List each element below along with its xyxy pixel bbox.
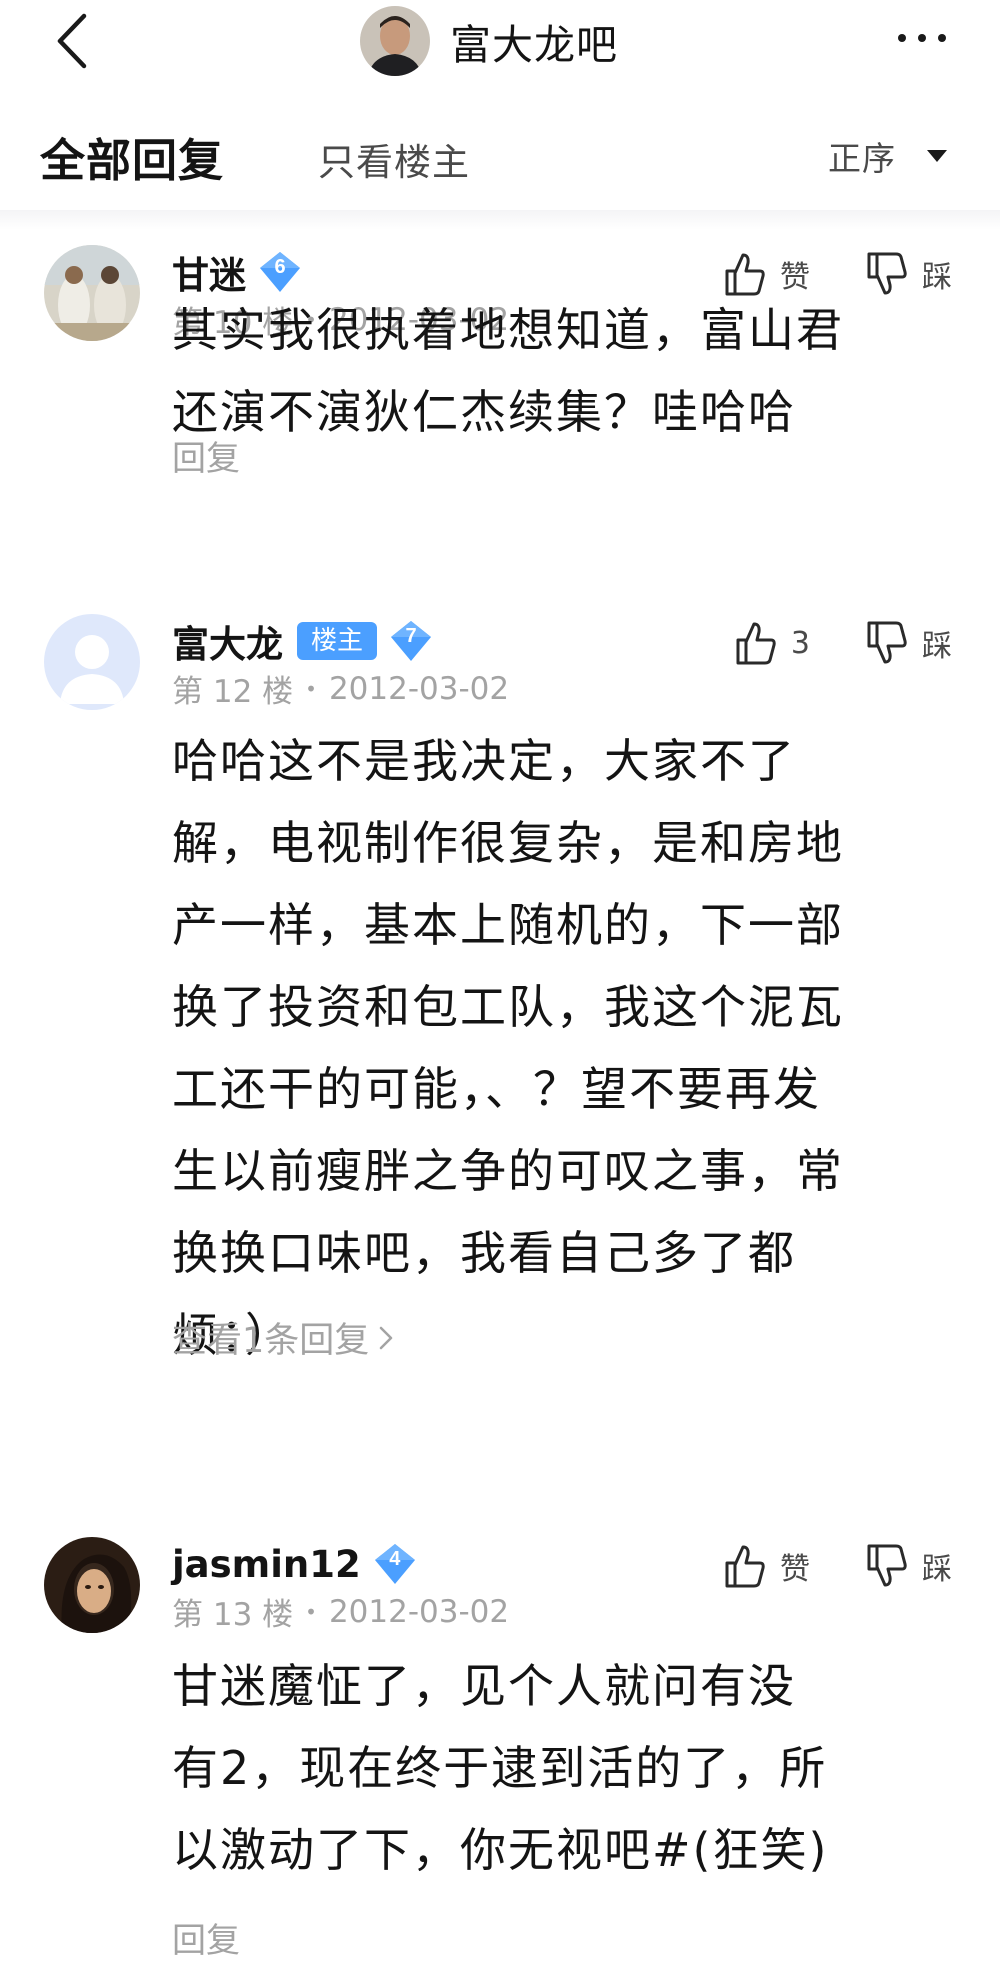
view-replies-label: 查看1条回复	[172, 1321, 370, 1361]
forum-avatar	[360, 6, 430, 76]
thumbs-up-icon	[725, 1545, 765, 1588]
thumbs-up-icon	[736, 622, 776, 665]
view-replies-link[interactable]: 查看1条回复	[172, 1312, 393, 1363]
post-content: 哈哈这不是我决定，大家不了 解，电视制作很复杂，是和房地 产一样，基本上随机的，…	[172, 720, 952, 1376]
separator-dot: •	[305, 1599, 317, 1624]
reply-post: 富大龙 楼主 7 第 12 楼 • 2012-03-02 3 踩 哈哈这不是我决…	[0, 614, 1000, 1454]
content-line: 甘迷魔怔了，见个人就问有没	[172, 1659, 796, 1713]
sort-dropdown[interactable]: 正序	[828, 132, 948, 180]
content-line: 换了投资和包工队，我这个泥瓦	[172, 980, 844, 1034]
post-content: 甘迷魔怔了，见个人就问有没 有2，现在终于逮到活的了，所 以激动了下，你无视吧#…	[172, 1645, 952, 1891]
reply-filter-tabs: 全部回复 只看楼主 正序	[0, 100, 1000, 210]
post-actions: 赞 踩	[724, 1543, 952, 1589]
caret-down-icon	[927, 150, 947, 162]
like-count: 3	[790, 625, 810, 661]
avatar[interactable]	[44, 245, 140, 341]
back-button[interactable]	[52, 12, 96, 70]
content-line: 解，电视制作很复杂，是和房地	[172, 816, 844, 870]
avatar[interactable]	[44, 614, 140, 710]
content-line: 换换口味吧，我看自己多了都	[172, 1226, 796, 1280]
dislike-button[interactable]: 踩	[866, 1543, 952, 1589]
chevron-right-icon	[380, 1326, 393, 1349]
username[interactable]: 富大龙	[172, 614, 283, 668]
like-label: 赞	[780, 1552, 810, 1587]
content-line: 生以前瘦胖之争的可叹之事，常	[172, 1144, 844, 1198]
post-meta: 第 12 楼 • 2012-03-02	[172, 666, 509, 711]
level-number: 7	[405, 625, 417, 647]
forum-title-group[interactable]: 富大龙吧	[360, 4, 618, 78]
level-badge: 6	[258, 250, 302, 294]
post-date: 2012-03-02	[328, 670, 510, 707]
reply-post: 甘迷 6 第 10 楼 • 2012-03-02 赞 踩 其实我很执着地想知道，	[0, 245, 1000, 605]
reply-button[interactable]: 回复	[172, 431, 240, 480]
section-divider	[0, 210, 1000, 230]
like-button[interactable]: 赞	[724, 1543, 810, 1589]
username[interactable]: jasmin12	[172, 1543, 361, 1586]
thumbs-down-icon	[867, 621, 907, 664]
tab-only-op[interactable]: 只看楼主	[318, 132, 470, 186]
username-row: jasmin12 4	[172, 1539, 417, 1589]
dislike-label: 踩	[922, 1552, 952, 1587]
avatar[interactable]	[44, 1537, 140, 1633]
post-content: 其实我很执着地想知道，富山君 还演不演狄仁杰续集？哇哈哈	[172, 289, 952, 453]
dislike-button[interactable]: 踩	[866, 620, 952, 666]
level-badge: 7	[389, 619, 433, 663]
username-row: 富大龙 楼主 7	[172, 616, 433, 666]
content-line: 有2，现在终于逮到活的了，所	[172, 1741, 828, 1795]
floor-number: 第 12 楼	[172, 674, 294, 710]
level-number: 4	[389, 1548, 401, 1570]
post-actions: 3 踩	[735, 620, 952, 666]
post-date: 2012-03-02	[328, 1593, 510, 1630]
floor-number: 第 13 楼	[172, 1597, 294, 1633]
content-line: 还演不演狄仁杰续集？哇哈哈	[172, 385, 796, 439]
forum-name: 富大龙吧	[450, 21, 618, 69]
separator-dot: •	[305, 676, 317, 701]
content-line: 哈哈这不是我决定，大家不了	[172, 734, 796, 788]
reply-button[interactable]: 回复	[172, 1913, 240, 1962]
chevron-left-icon	[57, 13, 87, 69]
level-badge: 4	[373, 1542, 417, 1586]
content-line: 以激动了下，你无视吧#(狂笑)	[172, 1823, 829, 1877]
level-number: 6	[274, 256, 286, 278]
more-button[interactable]	[892, 18, 952, 58]
more-dots-icon	[898, 34, 946, 42]
op-badge: 楼主	[297, 622, 378, 660]
thumbs-down-icon	[867, 1544, 907, 1587]
content-line: 其实我很执着地想知道，富山君	[172, 303, 844, 357]
post-meta: 第 13 楼 • 2012-03-02	[172, 1589, 509, 1634]
reply-post: jasmin12 4 第 13 楼 • 2012-03-02 赞 踩 甘迷魔怔了	[0, 1537, 1000, 1977]
tab-all-replies[interactable]: 全部回复	[40, 124, 224, 189]
sort-label: 正序	[828, 139, 896, 178]
top-nav-bar: 富大龙吧	[0, 0, 1000, 82]
like-button[interactable]: 3	[735, 620, 810, 666]
content-line: 产一样，基本上随机的，下一部	[172, 898, 844, 952]
dislike-label: 踩	[922, 629, 952, 664]
content-line: 工还干的可能，、？望不要再发	[172, 1062, 821, 1116]
